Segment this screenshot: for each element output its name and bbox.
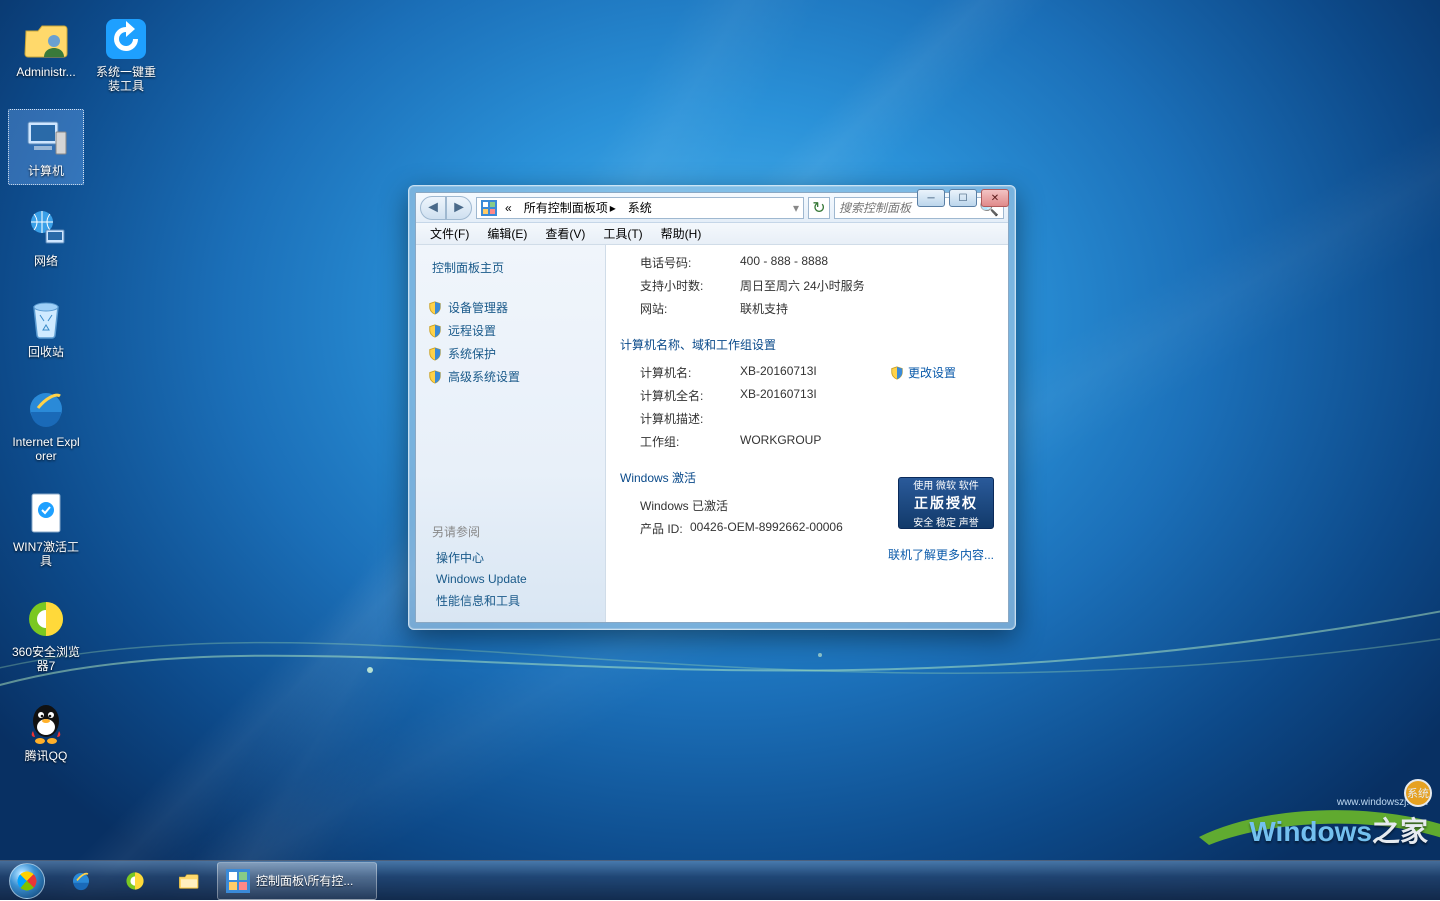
reinstall-icon bbox=[102, 15, 150, 63]
hours-value: 周日至周六 24小时服务 bbox=[740, 277, 865, 294]
taskbar-task-control-panel[interactable]: 控制面板\所有控... bbox=[217, 862, 377, 900]
sidebar-remote-settings[interactable]: 远程设置 bbox=[424, 319, 597, 342]
menu-edit[interactable]: 编辑(E) bbox=[479, 223, 535, 244]
product-id-label: 产品 ID: bbox=[620, 520, 690, 537]
icon-label: 回收站 bbox=[28, 345, 64, 359]
shield-icon bbox=[428, 370, 442, 384]
sidebar-advanced-settings[interactable]: 高级系统设置 bbox=[424, 365, 597, 388]
menu-file[interactable]: 文件(F) bbox=[422, 223, 477, 244]
start-orb-icon bbox=[9, 863, 45, 899]
maximize-button[interactable]: ☐ bbox=[949, 189, 977, 207]
see-also-windows-update[interactable]: Windows Update bbox=[424, 569, 597, 589]
section-computer-name: 计算机名称、域和工作组设置 bbox=[620, 336, 994, 353]
see-also-action-center[interactable]: 操作中心 bbox=[424, 546, 597, 569]
refresh-button[interactable]: ↻ bbox=[808, 197, 830, 219]
desktop-icon-recycle-bin[interactable]: 回收站 bbox=[8, 290, 84, 366]
sidebar-device-manager[interactable]: 设备管理器 bbox=[424, 296, 597, 319]
icon-label: Administr... bbox=[16, 65, 75, 79]
activation-state: Windows 已激活 bbox=[620, 497, 728, 514]
full-name-label: 计算机全名: bbox=[620, 387, 740, 404]
icon-label: 腾讯QQ bbox=[25, 749, 68, 763]
nav-back-button[interactable]: ◄ bbox=[420, 196, 446, 220]
breadcrumb-prefix[interactable]: « bbox=[501, 201, 516, 215]
taskbar-pin-ie[interactable] bbox=[55, 862, 107, 900]
breadcrumb[interactable]: « 所有控制面板项 ▸ 系统 ▾ bbox=[476, 197, 804, 219]
menu-help[interactable]: 帮助(H) bbox=[653, 223, 710, 244]
icon-label: 360安全浏览器7 bbox=[11, 645, 81, 674]
shield-icon bbox=[428, 301, 442, 315]
dropdown-icon[interactable]: ▾ bbox=[793, 201, 799, 215]
menu-tools[interactable]: 工具(T) bbox=[595, 223, 650, 244]
desktop-icon-administrator[interactable]: Administr... bbox=[8, 10, 84, 101]
description-label: 计算机描述: bbox=[620, 410, 740, 427]
desktop-icons: Administr... 系统一键重装工具 计算机 网络 回收站 bbox=[8, 10, 168, 771]
icon-label: 网络 bbox=[34, 254, 58, 268]
phone-label: 电话号码: bbox=[620, 254, 740, 271]
ie-icon bbox=[22, 385, 70, 433]
taskbar-pin-360[interactable] bbox=[109, 862, 161, 900]
recycle-bin-icon bbox=[22, 295, 70, 343]
activator-icon bbox=[22, 490, 70, 538]
phone-value: 400 - 888 - 8888 bbox=[740, 254, 828, 271]
full-name-value: XB-20160713I bbox=[740, 387, 817, 404]
desktop-icon-win7-activator[interactable]: WIN7激活工具 bbox=[8, 485, 84, 576]
genuine-badge: 使用 微软 软件 正版授权 安全 稳定 声誉 bbox=[898, 477, 994, 529]
taskbar: 控制面板\所有控... bbox=[0, 860, 1440, 900]
ie-icon bbox=[69, 869, 93, 893]
close-button[interactable]: ✕ bbox=[981, 189, 1009, 207]
network-icon bbox=[22, 204, 70, 252]
nav-forward-button[interactable]: ► bbox=[446, 196, 472, 220]
shield-icon bbox=[890, 366, 904, 380]
shield-icon bbox=[428, 347, 442, 361]
sidebar-home[interactable]: 控制面板主页 bbox=[432, 259, 597, 276]
workgroup-label: 工作组: bbox=[620, 433, 740, 450]
desktop-icon-reinstall-tool[interactable]: 系统一键重装工具 bbox=[88, 10, 164, 101]
menu-bar: 文件(F) 编辑(E) 查看(V) 工具(T) 帮助(H) bbox=[416, 223, 1008, 245]
start-button[interactable] bbox=[0, 861, 54, 901]
product-id-value: 00426-OEM-8992662-00006 bbox=[690, 520, 843, 537]
icon-label: WIN7激活工具 bbox=[11, 540, 81, 569]
desktop-icon-network[interactable]: 网络 bbox=[8, 199, 84, 275]
control-panel-icon bbox=[481, 200, 497, 216]
see-also-header: 另请参阅 bbox=[432, 523, 597, 540]
sidebar: 控制面板主页 设备管理器 远程设置 系统保护 高级系统设置 bbox=[416, 245, 606, 622]
breadcrumb-system[interactable]: 系统 bbox=[624, 199, 656, 216]
minimize-button[interactable]: ─ bbox=[917, 189, 945, 207]
taskbar-task-label: 控制面板\所有控... bbox=[256, 872, 353, 889]
folder-icon bbox=[177, 869, 201, 893]
desktop-icon-computer[interactable]: 计算机 bbox=[8, 109, 84, 185]
desktop-icon-360-browser[interactable]: 360安全浏览器7 bbox=[8, 590, 84, 681]
browser-360-icon bbox=[123, 869, 147, 893]
sidebar-system-protection[interactable]: 系统保护 bbox=[424, 342, 597, 365]
breadcrumb-all-items[interactable]: 所有控制面板项 ▸ bbox=[520, 199, 620, 216]
menu-view[interactable]: 查看(V) bbox=[537, 223, 593, 244]
control-panel-icon bbox=[226, 869, 250, 893]
see-also-performance[interactable]: 性能信息和工具 bbox=[424, 589, 597, 612]
computer-name-label: 计算机名: bbox=[620, 364, 740, 381]
change-settings-link[interactable]: 更改设置 bbox=[890, 364, 956, 381]
chevron-right-icon: ▸ bbox=[610, 201, 616, 215]
taskbar-pin-explorer[interactable] bbox=[163, 862, 215, 900]
learn-more-link[interactable]: 联机了解更多内容... bbox=[888, 548, 994, 562]
desktop-icon-ie[interactable]: Internet Explorer bbox=[8, 380, 84, 471]
computer-name-value: XB-20160713I bbox=[740, 364, 870, 381]
online-support-link[interactable]: 联机支持 bbox=[740, 300, 788, 317]
icon-label: 计算机 bbox=[28, 164, 64, 178]
system-properties-window: ─ ☐ ✕ ◄ ► « 所有控制面板项 ▸ 系统 ▾ ↻ 🔍 bbox=[408, 185, 1016, 630]
hours-label: 支持小时数: bbox=[620, 277, 740, 294]
folder-user-icon bbox=[22, 15, 70, 63]
icon-label: Internet Explorer bbox=[11, 435, 81, 464]
content-pane: 电话号码:400 - 888 - 8888 支持小时数:周日至周六 24小时服务… bbox=[606, 245, 1008, 622]
site-label: 网站: bbox=[620, 300, 740, 317]
browser-360-icon bbox=[22, 595, 70, 643]
computer-icon bbox=[22, 114, 70, 162]
desktop-icon-qq[interactable]: 腾讯QQ bbox=[8, 694, 84, 770]
icon-label: 系统一键重装工具 bbox=[91, 65, 161, 94]
workgroup-value: WORKGROUP bbox=[740, 433, 821, 450]
qq-icon bbox=[22, 699, 70, 747]
shield-icon bbox=[428, 324, 442, 338]
window-controls: ─ ☐ ✕ bbox=[917, 189, 1009, 207]
